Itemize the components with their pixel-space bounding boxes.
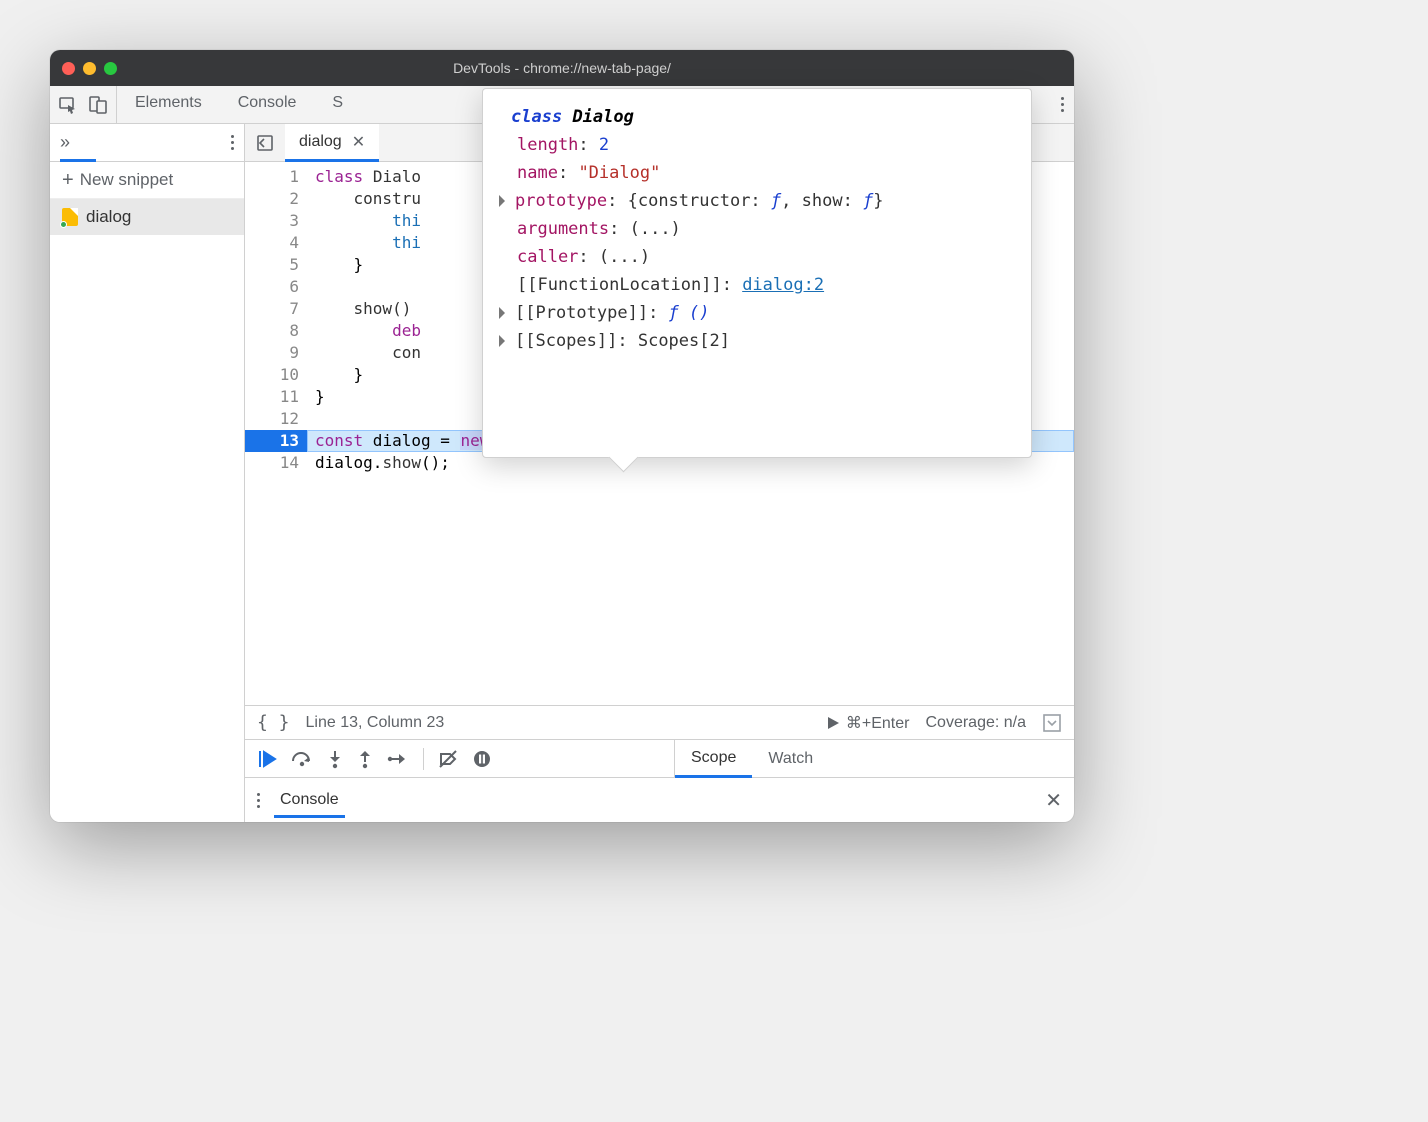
function-location-link[interactable]: dialog:2 [742,275,824,295]
popover-prop-functionlocation: [[FunctionLocation]]: dialog:2 [517,271,1011,299]
drawer-tab-console[interactable]: Console [274,783,345,818]
window-title: DevTools - chrome://new-tab-page/ [50,60,1074,76]
popover-prop-length: length: 2 [517,131,1011,159]
line-number[interactable]: 8 [245,320,299,342]
popover-classname: Dialog [572,107,633,127]
close-file-tab-icon[interactable]: ✕ [352,132,365,152]
snippet-item-label: dialog [86,207,131,227]
line-number[interactable]: 3 [245,210,299,232]
resume-icon[interactable] [257,749,277,769]
traffic-lights [62,62,117,75]
line-number[interactable]: 12 [245,408,299,430]
close-drawer-icon[interactable]: ✕ [1045,788,1062,813]
snippets-pane: » + New snippet dialog [50,124,245,822]
device-toolbar-icon[interactable] [88,95,108,115]
window-minimize-button[interactable] [83,62,96,75]
line-number-gutter: 1234567891011121314 [245,162,307,705]
expand-triangle-icon[interactable] [499,195,511,207]
popover-prop-name: name: "Dialog" [517,159,1011,187]
collapse-icon[interactable] [1042,713,1062,733]
settings-icon[interactable] [1061,97,1064,112]
new-snippet-label: New snippet [80,170,174,190]
divider [423,748,424,770]
line-number[interactable]: 1 [245,166,299,188]
drawer-menu-icon[interactable] [257,793,260,808]
console-drawer: Console ✕ [245,778,1074,822]
debug-controls [245,740,675,777]
popover-prop-prototype[interactable]: prototype: {constructor: ƒ, show: ƒ} [517,187,1011,215]
snippet-item-dialog[interactable]: dialog [50,199,244,235]
titlebar: DevTools - chrome://new-tab-page/ [50,50,1074,86]
step-into-icon[interactable] [327,749,343,769]
popover-prop-scopes[interactable]: [[Scopes]]: Scopes[2] [517,327,1011,355]
navigator-overflow-icon[interactable]: » [60,132,70,153]
expand-triangle-icon[interactable] [499,335,511,347]
step-out-icon[interactable] [357,749,373,769]
line-number[interactable]: 13 [245,430,307,452]
file-tab-label: dialog [299,133,342,151]
line-number[interactable]: 5 [245,254,299,276]
window-close-button[interactable] [62,62,75,75]
plus-icon: + [62,173,74,187]
cursor-position-label: Line 13, Column 23 [306,714,445,732]
line-number[interactable]: 9 [245,342,299,364]
line-number[interactable]: 4 [245,232,299,254]
expand-triangle-icon[interactable] [499,307,511,319]
devtools-window: DevTools - chrome://new-tab-page/ Elemen… [50,50,1074,822]
tab-scope[interactable]: Scope [675,740,752,778]
line-number[interactable]: 7 [245,298,299,320]
run-snippet-button[interactable]: ⌘+Enter [826,713,910,733]
deactivate-breakpoints-icon[interactable] [438,749,458,769]
step-over-icon[interactable] [291,749,313,769]
scope-watch-tabs: Scope Watch [675,740,829,777]
file-tab-active[interactable]: dialog ✕ [285,124,379,162]
tab-console[interactable]: Console [220,86,315,123]
popover-prop-prototype2[interactable]: [[Prototype]]: ƒ () [517,299,1011,327]
line-number[interactable]: 11 [245,386,299,408]
tab-elements[interactable]: Elements [117,86,220,123]
object-preview-popover: class Dialog length: 2 name: "Dialog" pr… [482,88,1032,458]
file-tab-nav[interactable] [245,124,285,161]
popover-prop-arguments[interactable]: arguments: (...) [517,215,1011,243]
window-maximize-button[interactable] [104,62,117,75]
new-snippet-button[interactable]: + New snippet [50,162,244,199]
line-number[interactable]: 14 [245,452,299,474]
popover-keyword: class [511,107,562,127]
navigator-more-icon[interactable] [231,135,234,150]
editor-status-bar: { } Line 13, Column 23 ⌘+Enter Coverage:… [245,706,1074,740]
tab-sources-partial[interactable]: S [314,86,361,123]
snippet-file-icon [62,208,78,226]
pretty-print-icon[interactable]: { } [257,712,290,733]
coverage-label: Coverage: n/a [925,714,1026,732]
step-icon[interactable] [387,750,409,768]
line-number[interactable]: 2 [245,188,299,210]
line-number[interactable]: 10 [245,364,299,386]
popover-prop-caller[interactable]: caller: (...) [517,243,1011,271]
line-number[interactable]: 6 [245,276,299,298]
debugger-row: Scope Watch [245,740,1074,778]
pause-on-exceptions-icon[interactable] [472,749,492,769]
inspect-element-icon[interactable] [58,95,78,115]
run-shortcut-label: ⌘+Enter [846,713,910,733]
tab-watch[interactable]: Watch [752,740,829,777]
